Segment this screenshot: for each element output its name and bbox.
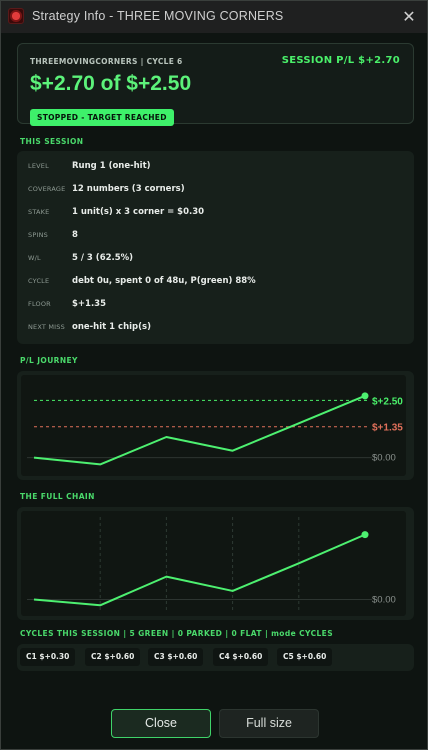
cycle-chip: C4 $+0.60 xyxy=(213,648,269,666)
reference-line-label: $+1.35 xyxy=(372,423,403,434)
info-key: STAKE xyxy=(28,208,50,216)
cycle-chip: C3 $+0.60 xyxy=(148,648,204,666)
info-key: NEXT MISS xyxy=(28,323,65,331)
last-point-marker xyxy=(361,392,369,400)
info-value: Rung 1 (one-hit) xyxy=(72,161,151,171)
full-chain-chart: $0.00 xyxy=(21,511,406,616)
info-key: COVERAGE xyxy=(28,185,66,193)
last-point-marker xyxy=(361,531,369,539)
status-badge: STOPPED - TARGET REACHED xyxy=(30,109,174,126)
plot-area xyxy=(21,511,406,616)
title-bar[interactable]: Strategy Info - THREE MOVING CORNERS ✕ xyxy=(1,1,427,33)
roulette-app-icon xyxy=(8,8,24,24)
window-title: Strategy Info - THREE MOVING CORNERS xyxy=(32,9,284,23)
info-value: $+1.35 xyxy=(72,299,107,309)
full-chain-heading: THE FULL CHAIN xyxy=(20,492,95,501)
info-value: debt 0u, spent 0 of 48u, P(green) 88% xyxy=(72,276,256,286)
cycles-heading: CYCLES THIS SESSION | 5 GREEN | 0 PARKED… xyxy=(20,629,334,638)
pl-headline: $+2.70 of $+2.50 xyxy=(30,72,192,95)
info-key: LEVEL xyxy=(28,162,49,170)
pl-journey-heading: P/L JOURNEY xyxy=(20,356,78,365)
session-pl-label: SESSION P/L $+2.70 xyxy=(281,55,400,66)
full-chain-chart-card: $0.00 xyxy=(17,507,414,620)
strategy-info-window: Strategy Info - THREE MOVING CORNERS ✕ T… xyxy=(0,0,428,750)
pl-journey-chart-card: $0.00 $+2.50 $+1.35 xyxy=(17,371,414,480)
info-key: SPINS xyxy=(28,231,48,239)
info-key: W/L xyxy=(28,254,41,262)
info-key: FLOOR xyxy=(28,300,51,308)
session-details-card: LEVEL Rung 1 (one-hit) COVERAGE 12 numbe… xyxy=(17,151,414,344)
content-area: THREEMOVINGCORNERS | CYCLE 6 SESSION P/L… xyxy=(1,33,427,749)
info-value: 8 xyxy=(72,230,78,240)
reference-line-label: $+2.50 xyxy=(372,396,403,407)
full-size-button[interactable]: Full size xyxy=(219,709,319,738)
strategy-cycle-label: THREEMOVINGCORNERS | CYCLE 6 xyxy=(30,57,183,66)
cycle-chip: C2 $+0.60 xyxy=(85,648,141,666)
info-key: CYCLE xyxy=(28,277,50,285)
info-value: 12 numbers (3 corners) xyxy=(72,184,185,194)
close-button[interactable]: Close xyxy=(111,709,211,738)
pl-journey-chart: $0.00 $+2.50 $+1.35 xyxy=(21,375,406,476)
close-icon[interactable]: ✕ xyxy=(399,7,419,27)
this-session-heading: THIS SESSION xyxy=(20,137,84,146)
cycles-chip-row: C1 $+0.30 C2 $+0.60 C3 $+0.60 C4 $+0.60 … xyxy=(17,644,414,671)
plot-area xyxy=(21,375,406,476)
baseline-label: $0.00 xyxy=(372,453,396,464)
info-value: 1 unit(s) x 3 corner = $0.30 xyxy=(72,207,205,217)
baseline-label: $0.00 xyxy=(372,595,396,606)
cycle-chip: C1 $+0.30 xyxy=(20,648,76,666)
session-summary-card: THREEMOVINGCORNERS | CYCLE 6 SESSION P/L… xyxy=(17,43,414,126)
info-value: one-hit 1 chip(s) xyxy=(72,322,151,332)
info-value: 5 / 3 (62.5%) xyxy=(72,253,134,263)
cycle-chip: C5 $+0.60 xyxy=(277,648,333,666)
